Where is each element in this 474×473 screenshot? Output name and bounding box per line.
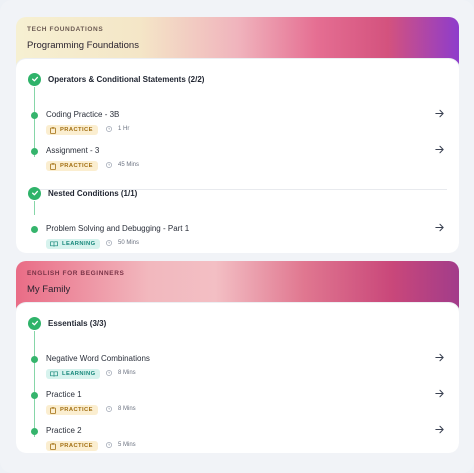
- badge-label: PRACTICE: [60, 163, 93, 169]
- clipboard-icon: [50, 406, 56, 414]
- course-content-card: Essentials (3/3) Negative Word Combinati…: [16, 303, 459, 453]
- clock-icon: [106, 162, 112, 168]
- list-item[interactable]: Practice 1 PRACTICE 8 Mins: [16, 388, 459, 424]
- duration-text: 50 Mins: [118, 240, 140, 246]
- duration: 5 Mins: [106, 442, 136, 448]
- course-title: My Family: [27, 284, 71, 295]
- section-title: Nested Conditions (1/1): [48, 188, 138, 198]
- duration-text: 5 Mins: [118, 442, 136, 448]
- duration: 45 Mins: [106, 162, 139, 168]
- list-item[interactable]: Practice 2 PRACTICE 5 Mins: [16, 424, 459, 453]
- arrow-right-icon[interactable]: [434, 108, 445, 119]
- course-list: TECH FOUNDATIONS Programming Foundations…: [0, 0, 474, 473]
- practice-badge: PRACTICE: [46, 161, 98, 171]
- course-card-programming-foundations: TECH FOUNDATIONS Programming Foundations…: [16, 17, 459, 253]
- book-icon: [50, 371, 58, 377]
- list-item[interactable]: Negative Word Combinations LEARNING 8 Mi…: [16, 352, 459, 388]
- duration-text: 45 Mins: [118, 162, 140, 168]
- item-title: Negative Word Combinations: [46, 354, 150, 363]
- clipboard-icon: [50, 442, 56, 450]
- list-item[interactable]: Problem Solving and Debugging - Part 1 L…: [16, 222, 459, 253]
- course-title: Programming Foundations: [27, 40, 139, 51]
- completed-dot: [31, 112, 38, 119]
- clipboard-icon: [50, 126, 56, 134]
- practice-badge: PRACTICE: [46, 441, 98, 451]
- duration-text: 8 Mins: [118, 406, 136, 412]
- learning-badge: LEARNING: [46, 239, 101, 249]
- item-title: Assignment - 3: [46, 146, 100, 155]
- course-tag: TECH FOUNDATIONS: [27, 26, 104, 33]
- item-title: Coding Practice - 3B: [46, 110, 120, 119]
- check-circle-icon: [28, 72, 41, 86]
- section-title: Operators & Conditional Statements (2/2): [48, 74, 205, 84]
- section-header[interactable]: Operators & Conditional Statements (2/2): [28, 71, 204, 87]
- learning-badge: LEARNING: [46, 369, 101, 379]
- arrow-right-icon[interactable]: [434, 222, 445, 233]
- duration: 8 Mins: [106, 370, 136, 376]
- course-card-my-family: ENGLISH FOR BEGINNERS My Family Essentia…: [16, 261, 459, 453]
- practice-badge: PRACTICE: [46, 125, 98, 135]
- badge-label: PRACTICE: [60, 407, 93, 413]
- arrow-right-icon[interactable]: [434, 144, 445, 155]
- list-item[interactable]: Assignment - 3 PRACTICE 45 Mins: [16, 144, 459, 180]
- list-item[interactable]: Coding Practice - 3B PRACTICE 1 Hr: [16, 108, 459, 144]
- section-header[interactable]: Nested Conditions (1/1): [28, 185, 137, 201]
- clock-icon: [106, 442, 112, 448]
- clock-icon: [106, 240, 112, 246]
- completed-dot: [31, 428, 38, 435]
- arrow-right-icon[interactable]: [434, 424, 445, 435]
- badge-label: LEARNING: [62, 371, 96, 377]
- duration: 8 Mins: [106, 406, 136, 412]
- item-title: Practice 2: [46, 426, 82, 435]
- duration-text: 1 Hr: [118, 126, 130, 132]
- duration-text: 8 Mins: [118, 370, 136, 376]
- completed-dot: [31, 356, 38, 363]
- badge-label: PRACTICE: [60, 443, 93, 449]
- section-title: Essentials (3/3): [48, 318, 107, 328]
- section-header[interactable]: Essentials (3/3): [28, 315, 106, 331]
- clock-icon: [106, 370, 112, 376]
- course-content-card: Operators & Conditional Statements (2/2)…: [16, 59, 459, 253]
- completed-dot: [31, 392, 38, 399]
- completed-dot: [31, 148, 38, 155]
- check-circle-icon: [28, 186, 41, 200]
- clock-icon: [106, 126, 112, 132]
- item-title: Problem Solving and Debugging - Part 1: [46, 224, 190, 233]
- item-title: Practice 1: [46, 390, 82, 399]
- clock-icon: [106, 406, 112, 412]
- course-tag: ENGLISH FOR BEGINNERS: [27, 270, 125, 277]
- duration: 50 Mins: [106, 240, 139, 246]
- badge-label: PRACTICE: [60, 127, 93, 133]
- practice-badge: PRACTICE: [46, 405, 98, 415]
- arrow-right-icon[interactable]: [434, 352, 445, 363]
- check-circle-icon: [28, 316, 41, 330]
- badge-label: LEARNING: [62, 241, 96, 247]
- clipboard-icon: [50, 162, 56, 170]
- duration: 1 Hr: [106, 126, 129, 132]
- book-icon: [50, 241, 58, 247]
- arrow-right-icon[interactable]: [434, 388, 445, 399]
- completed-dot: [31, 226, 38, 233]
- progress-line: [34, 201, 35, 215]
